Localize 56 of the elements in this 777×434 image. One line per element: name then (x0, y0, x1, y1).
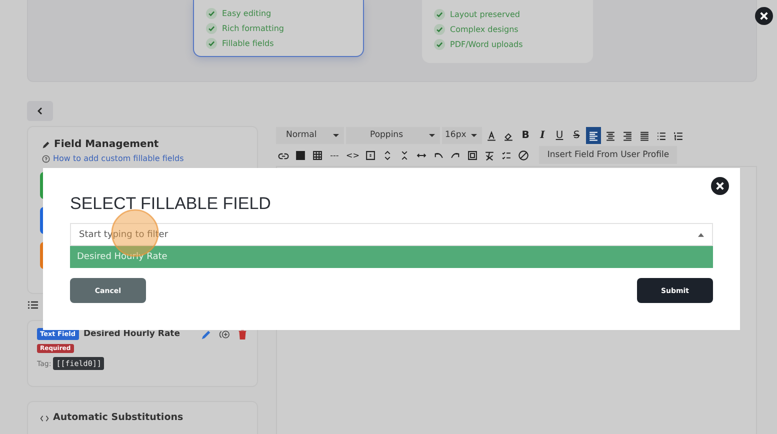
check-icon (434, 9, 445, 20)
feature-text: Rich formatting (222, 24, 284, 33)
text-color-icon (486, 130, 497, 140)
feature-text: Fillable fields (222, 39, 274, 48)
justify-icon (639, 130, 650, 140)
check-icon (206, 38, 217, 49)
format-button[interactable]: B (518, 126, 533, 144)
feature-text: Easy editing (222, 9, 272, 18)
align-left-icon (588, 130, 599, 140)
check-icon (434, 39, 445, 50)
help-icon (42, 154, 50, 162)
image-icon (295, 150, 306, 160)
trash-icon[interactable] (237, 328, 248, 340)
checklist-icon (501, 150, 512, 160)
pencil-icon (42, 140, 50, 148)
format-dropdown[interactable]: Normal (276, 126, 344, 144)
align-left-button[interactable] (586, 126, 601, 144)
check-icon (434, 24, 445, 35)
feature-text: Layout preserved (450, 10, 520, 19)
insert-button[interactable]: --- (327, 146, 342, 164)
check-icon (206, 23, 217, 34)
select-icon (467, 150, 478, 160)
check-icon (206, 8, 217, 19)
chevron-left-icon (36, 107, 44, 115)
caret-icon (429, 134, 435, 136)
dialog-title: SELECT FILLABLE FIELD (70, 194, 272, 214)
bullets-icon (656, 130, 667, 140)
caret-icon (471, 134, 477, 136)
insert-button[interactable]: <> (344, 146, 362, 164)
feature-text: Complex designs (450, 25, 518, 34)
font-dropdown[interactable]: Poppins (346, 126, 440, 144)
align-right-icon (622, 130, 633, 140)
format-button[interactable]: S (569, 126, 584, 144)
format-button[interactable]: I (535, 126, 550, 144)
embed-icon (365, 150, 376, 160)
clear-icon (484, 150, 496, 160)
size-dropdown[interactable]: 16px (442, 126, 482, 144)
code-icon (40, 415, 49, 422)
caret-icon (333, 134, 339, 136)
help-link[interactable]: How to add custom fillable fields (53, 154, 184, 163)
none-icon (518, 150, 530, 160)
close-icon[interactable] (755, 7, 773, 25)
section-title: Automatic Substitutions (53, 412, 184, 423)
align-center-icon (605, 130, 616, 140)
insert-field-button[interactable]: Insert Field From User Profile (539, 146, 678, 164)
caret-up-icon (698, 233, 704, 237)
feature-text: PDF/Word uploads (450, 40, 523, 49)
section-title: Field Management (54, 139, 159, 150)
list-icon (28, 301, 38, 309)
add-circle-icon[interactable] (219, 328, 230, 340)
field-name: Desired Hourly Rate (84, 329, 182, 339)
format-button[interactable]: U (552, 126, 567, 144)
back-button[interactable] (27, 101, 53, 121)
close-icon[interactable] (711, 177, 729, 195)
table-icon (312, 150, 323, 160)
numbers-icon (673, 130, 684, 140)
